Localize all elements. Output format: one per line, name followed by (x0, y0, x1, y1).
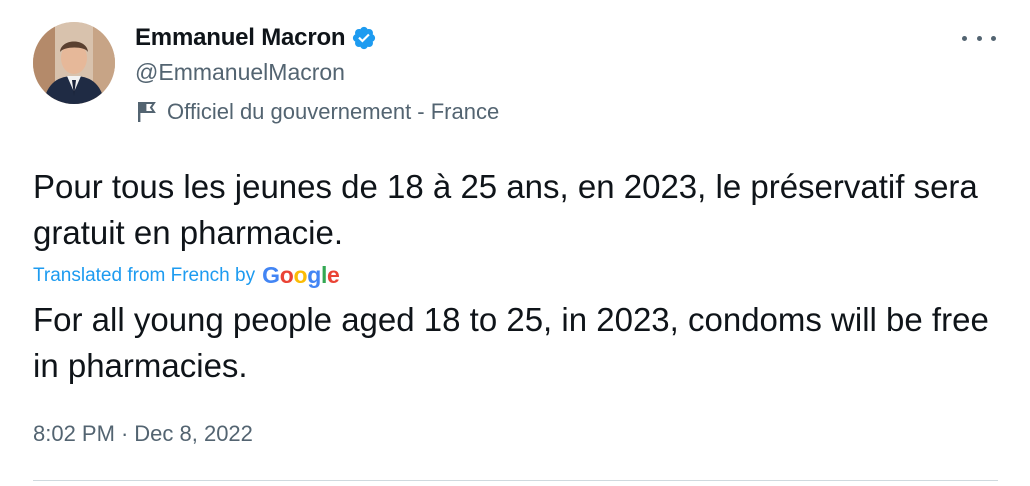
google-logo-letter: o (279, 262, 294, 288)
google-logo-letter: g (307, 262, 321, 288)
google-logo-letter: G (262, 262, 280, 288)
author-name-row: Emmanuel Macron (135, 24, 377, 52)
tweet-text: Pour tous les jeunes de 18 à 25 ans, en … (33, 168, 978, 251)
tweet: Emmanuel Macron @EmmanuelMacron Officiel… (0, 0, 1030, 486)
government-label-text: Officiel du gouvernement - France (167, 99, 500, 124)
flag-icon (137, 101, 157, 123)
timestamp-row: 8:02 PM · Dec 8, 2022 (33, 421, 253, 447)
verified-badge-icon (351, 25, 377, 51)
divider (33, 480, 998, 481)
more-icon-dot (991, 35, 996, 41)
more-icon-dot (962, 35, 967, 41)
more-icon-dot (976, 35, 982, 41)
translated-from-label[interactable]: Translated from French by (33, 265, 255, 287)
google-logo-letter: e (327, 262, 340, 288)
more-options-button[interactable] (962, 26, 996, 50)
translation-attribution: Translated from French by G o o g l e (33, 262, 340, 289)
author-display-name[interactable]: Emmanuel Macron (135, 24, 346, 52)
translated-tweet-text: For all young people aged 18 to 25, in 2… (33, 301, 989, 384)
tweet-date[interactable]: Dec 8, 2022 (134, 421, 253, 447)
google-logo-letter: o (293, 262, 308, 288)
government-label[interactable]: Officiel du gouvernement - France (137, 99, 499, 125)
author-handle[interactable]: @EmmanuelMacron (135, 59, 345, 86)
avatar[interactable] (33, 22, 115, 104)
avatar-photo (33, 22, 115, 104)
google-logo: G o o g l e (262, 262, 340, 289)
timestamp-separator: · (120, 421, 129, 446)
tweet-time[interactable]: 8:02 PM (33, 421, 115, 447)
